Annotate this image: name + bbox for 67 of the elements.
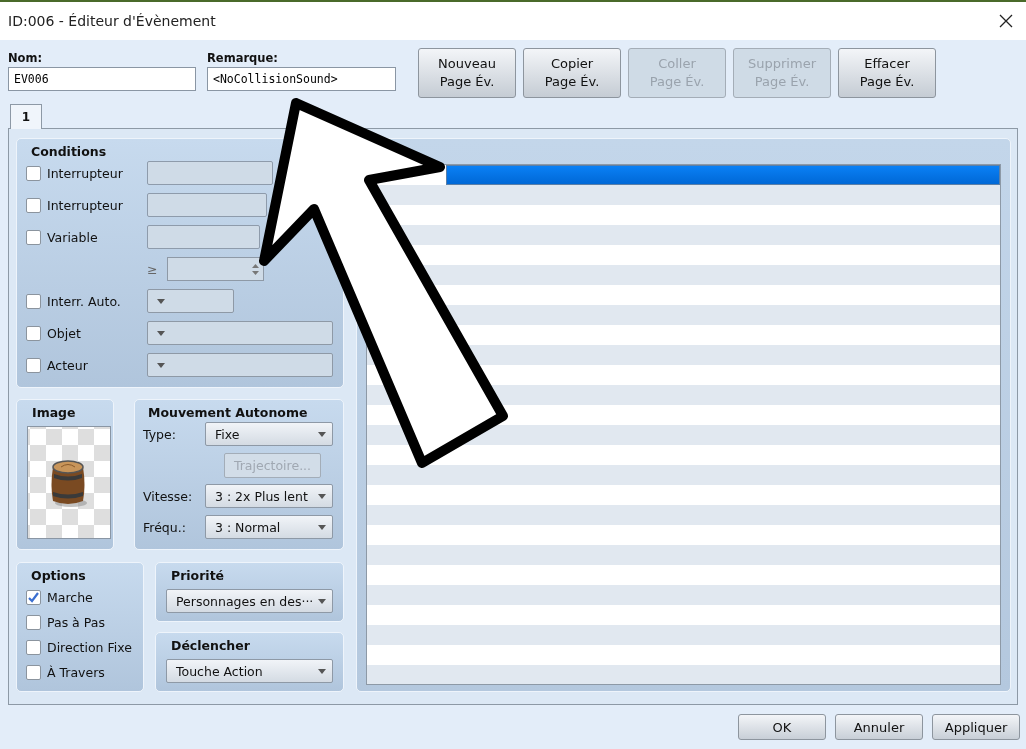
checkbox-label: Interrupteur xyxy=(47,165,124,181)
input-field[interactable]: EV006 xyxy=(8,67,196,91)
checkbox[interactable] xyxy=(26,325,41,341)
field-label: Remarque: xyxy=(207,51,279,67)
checkbox[interactable] xyxy=(26,197,41,213)
checkbox-label: Direction Fixe xyxy=(47,640,133,655)
checkbox-label: Interr. Auto. xyxy=(47,293,122,309)
window-title: ID:006 - Éditeur d'Évènement xyxy=(8,13,216,29)
checkbox-label: Interrupteur xyxy=(47,197,124,213)
checkbox[interactable] xyxy=(26,229,41,245)
caret-icon xyxy=(157,330,165,336)
spin-arrows-icon xyxy=(252,262,259,276)
group-title: Priorité xyxy=(170,567,226,585)
group-title: Mouvement Autonome xyxy=(147,404,309,422)
dropdown[interactable]: Touche Action xyxy=(166,659,333,683)
field-label: Type: xyxy=(143,426,177,442)
dropdown[interactable] xyxy=(147,353,333,377)
group-title: Image xyxy=(31,404,77,422)
caret-icon xyxy=(318,493,326,499)
page-button[interactable]: Nouveau Page Év. xyxy=(418,48,516,98)
checkbox[interactable] xyxy=(26,615,41,630)
check-icon xyxy=(27,591,40,604)
tab[interactable]: 1 xyxy=(10,104,42,129)
caret-icon xyxy=(318,431,326,437)
checkbox[interactable] xyxy=(26,165,41,181)
dropdown[interactable]: 3 : 2x Plus lent xyxy=(205,484,333,508)
caret-icon xyxy=(157,298,165,304)
group-title: Déclencher xyxy=(170,637,251,655)
group-title: Conditions xyxy=(30,143,108,161)
caret-icon xyxy=(157,362,165,368)
checkbox-label: Marche xyxy=(47,590,94,605)
checkbox-label: Objet xyxy=(47,325,82,341)
caret-icon xyxy=(318,524,326,530)
dialog-button[interactable]: Appliquer xyxy=(932,714,1020,740)
number-field[interactable] xyxy=(167,257,264,281)
checkbox[interactable] xyxy=(26,590,41,605)
checkbox-label: Acteur xyxy=(47,357,89,373)
field-label: Fréqu.: xyxy=(143,519,187,535)
input-field[interactable] xyxy=(147,193,267,217)
dialog-button[interactable]: OK xyxy=(738,714,826,740)
page-button[interactable]: Effacer Page Év. xyxy=(838,48,936,98)
group-title: Options xyxy=(30,567,87,585)
dialog-button[interactable]: Annuler xyxy=(835,714,923,740)
caret-icon xyxy=(318,598,326,604)
comparison-symbol: ≥ xyxy=(147,261,159,277)
image-preview[interactable] xyxy=(27,426,111,539)
checkbox[interactable] xyxy=(26,665,41,680)
input-field[interactable]: <NoCollisionSound> xyxy=(207,67,396,91)
dropdown[interactable]: 3 : Normal xyxy=(205,515,333,539)
page-button[interactable]: Copier Page Év. xyxy=(523,48,621,98)
checkbox[interactable] xyxy=(26,640,41,655)
checkbox[interactable] xyxy=(26,293,41,309)
checkbox-label: Pas à Pas xyxy=(47,615,106,630)
barrel-drawing xyxy=(49,458,89,507)
caret-icon xyxy=(318,668,326,674)
dropdown[interactable] xyxy=(147,289,234,313)
dropdown[interactable]: Personnages en des··· xyxy=(166,589,333,613)
checkbox-label: Variable xyxy=(47,229,99,245)
close-icon xyxy=(999,14,1013,28)
dropdown[interactable] xyxy=(147,321,333,345)
input-field[interactable] xyxy=(147,225,260,249)
dropdown[interactable]: Fixe xyxy=(205,422,333,446)
checkbox-label: À Travers xyxy=(47,665,106,680)
input-field[interactable] xyxy=(147,161,273,185)
checkbox[interactable] xyxy=(26,357,41,373)
field-label: Nom: xyxy=(8,51,44,67)
field-label: Vitesse: xyxy=(143,488,194,504)
